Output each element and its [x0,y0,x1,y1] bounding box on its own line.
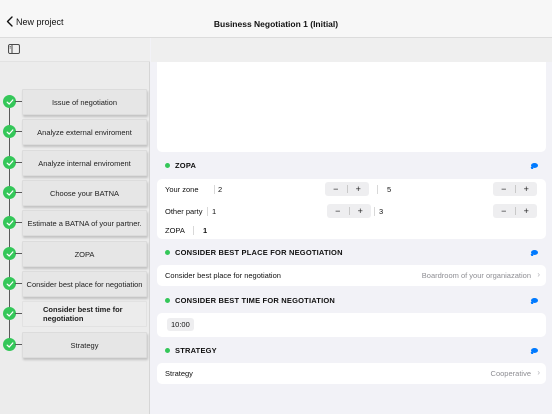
step-card[interactable]: Strategy [22,332,147,358]
time-picker[interactable]: 10:00 [167,318,194,331]
your-zone-min-stepper[interactable]: − + [325,182,369,196]
step-time[interactable]: Consider best time for negotiation [0,301,150,329]
step-card[interactable]: Issue of negotiation [22,89,147,115]
chevron-right-icon: › [537,368,540,377]
strategy-row[interactable]: Strategy Cooperative › [157,363,546,384]
main-content: ZOPA Your zone 2 − + 5 − + Other party 1 −… [151,38,552,414]
step-external[interactable]: Analyze external enviroment [0,119,150,147]
step-card[interactable]: Estimate a BATNA of your partner. [22,210,147,236]
step-card[interactable]: Choose your BATNA [22,180,147,206]
main-toolbar [151,38,552,62]
separator [193,226,194,235]
step-card[interactable]: Analyze external enviroment [22,119,147,145]
notes-text-area[interactable] [157,62,546,152]
sidebar-toggle-icon[interactable] [8,44,20,54]
zopa-label: ZOPA [165,226,185,235]
other-party-label: Other party [165,207,203,216]
other-party-max-value: 3 [379,207,384,216]
plus-button[interactable]: + [516,182,538,196]
your-zone-max-stepper[interactable]: − + [493,182,537,196]
section-title: STRATEGY [175,345,217,355]
step-tick [15,131,22,132]
step-card[interactable]: Consider best time for negotiation [22,301,147,327]
step-strategy[interactable]: Strategy [0,332,150,360]
separator [377,185,378,194]
navigation-bar: New project Business Negotiation 1 (Init… [0,0,552,38]
other-party-max-stepper[interactable]: − + [493,204,537,218]
app-window: New project Business Negotiation 1 (Init… [0,0,552,414]
status-dot-icon [165,162,170,168]
status-dot-icon [165,297,170,303]
separator [374,207,375,216]
step-tick [15,222,22,223]
comment-bubble-icon[interactable] [531,163,538,168]
zopa-value: 1 [203,226,208,235]
minus-button[interactable]: − [493,182,515,196]
sidebar: Issue of negotiation Analyze external en… [0,38,150,414]
status-dot-icon [165,249,170,255]
section-header-zopa: ZOPA [165,159,545,171]
section-title: CONSIDER BEST PLACE FOR NEGOTIATION [175,247,343,257]
step-tick [15,283,22,284]
place-row-label: Consider best place for negotiation [165,271,281,280]
minus-button[interactable]: − [493,204,515,218]
other-party-min-stepper[interactable]: − + [327,204,371,218]
step-card[interactable]: Consider best place for negotiation [22,271,147,297]
step-place[interactable]: Consider best place for negotiation [0,271,150,299]
section-header-place: CONSIDER BEST PLACE FOR NEGOTIATION [165,246,545,258]
plus-button[interactable]: + [516,204,538,218]
plus-button[interactable]: + [350,204,372,218]
step-tick [15,192,22,193]
step-card[interactable]: Analyze internal enviroment [22,150,147,176]
step-zopa[interactable]: ZOPA [0,241,150,269]
comment-bubble-icon[interactable] [531,348,538,353]
step-tick [15,253,22,254]
step-tick [15,162,22,163]
separator [214,185,215,194]
your-zone-max-value: 5 [387,185,392,194]
your-zone-min-value: 2 [218,185,223,194]
section-title: ZOPA [175,160,197,170]
section-header-time: CONSIDER BEST TIME FOR NEGOTIATION [165,294,545,306]
step-batna[interactable]: Choose your BATNA [0,180,150,208]
section-title: CONSIDER BEST TIME FOR NEGOTIATION [175,295,335,305]
separator [207,207,208,216]
minus-button[interactable]: − [325,182,347,196]
comment-bubble-icon[interactable] [531,250,538,255]
time-panel: 10:00 [157,313,546,337]
place-row[interactable]: Consider best place for negotiation Boar… [157,265,546,286]
step-tick [15,101,22,102]
zopa-panel: Your zone 2 − + 5 − + Other party 1 − + 3 −… [157,179,546,239]
place-row-value: Boardroom of your organiazation [421,271,531,280]
sidebar-toolbar [0,38,150,62]
step-tick [15,313,22,314]
your-zone-label: Your zone [165,185,199,194]
status-dot-icon [165,347,170,353]
section-header-strategy: STRATEGY [165,344,545,356]
chevron-right-icon: › [537,270,540,279]
step-tick [15,344,22,345]
step-issue[interactable]: Issue of negotiation [0,89,150,117]
strategy-row-label: Strategy [165,369,193,378]
minus-button[interactable]: − [327,204,349,218]
comment-bubble-icon[interactable] [531,298,538,303]
page-title: Business Negotiation 1 (Initial) [213,19,339,29]
plus-button[interactable]: + [348,182,370,196]
other-party-min-value: 1 [212,207,217,216]
step-card[interactable]: ZOPA [22,241,147,267]
step-partner-batna[interactable]: Estimate a BATNA of your partner. [0,210,150,238]
step-internal[interactable]: Analyze internal enviroment [0,150,150,178]
strategy-row-value: Cooperative [490,369,531,378]
